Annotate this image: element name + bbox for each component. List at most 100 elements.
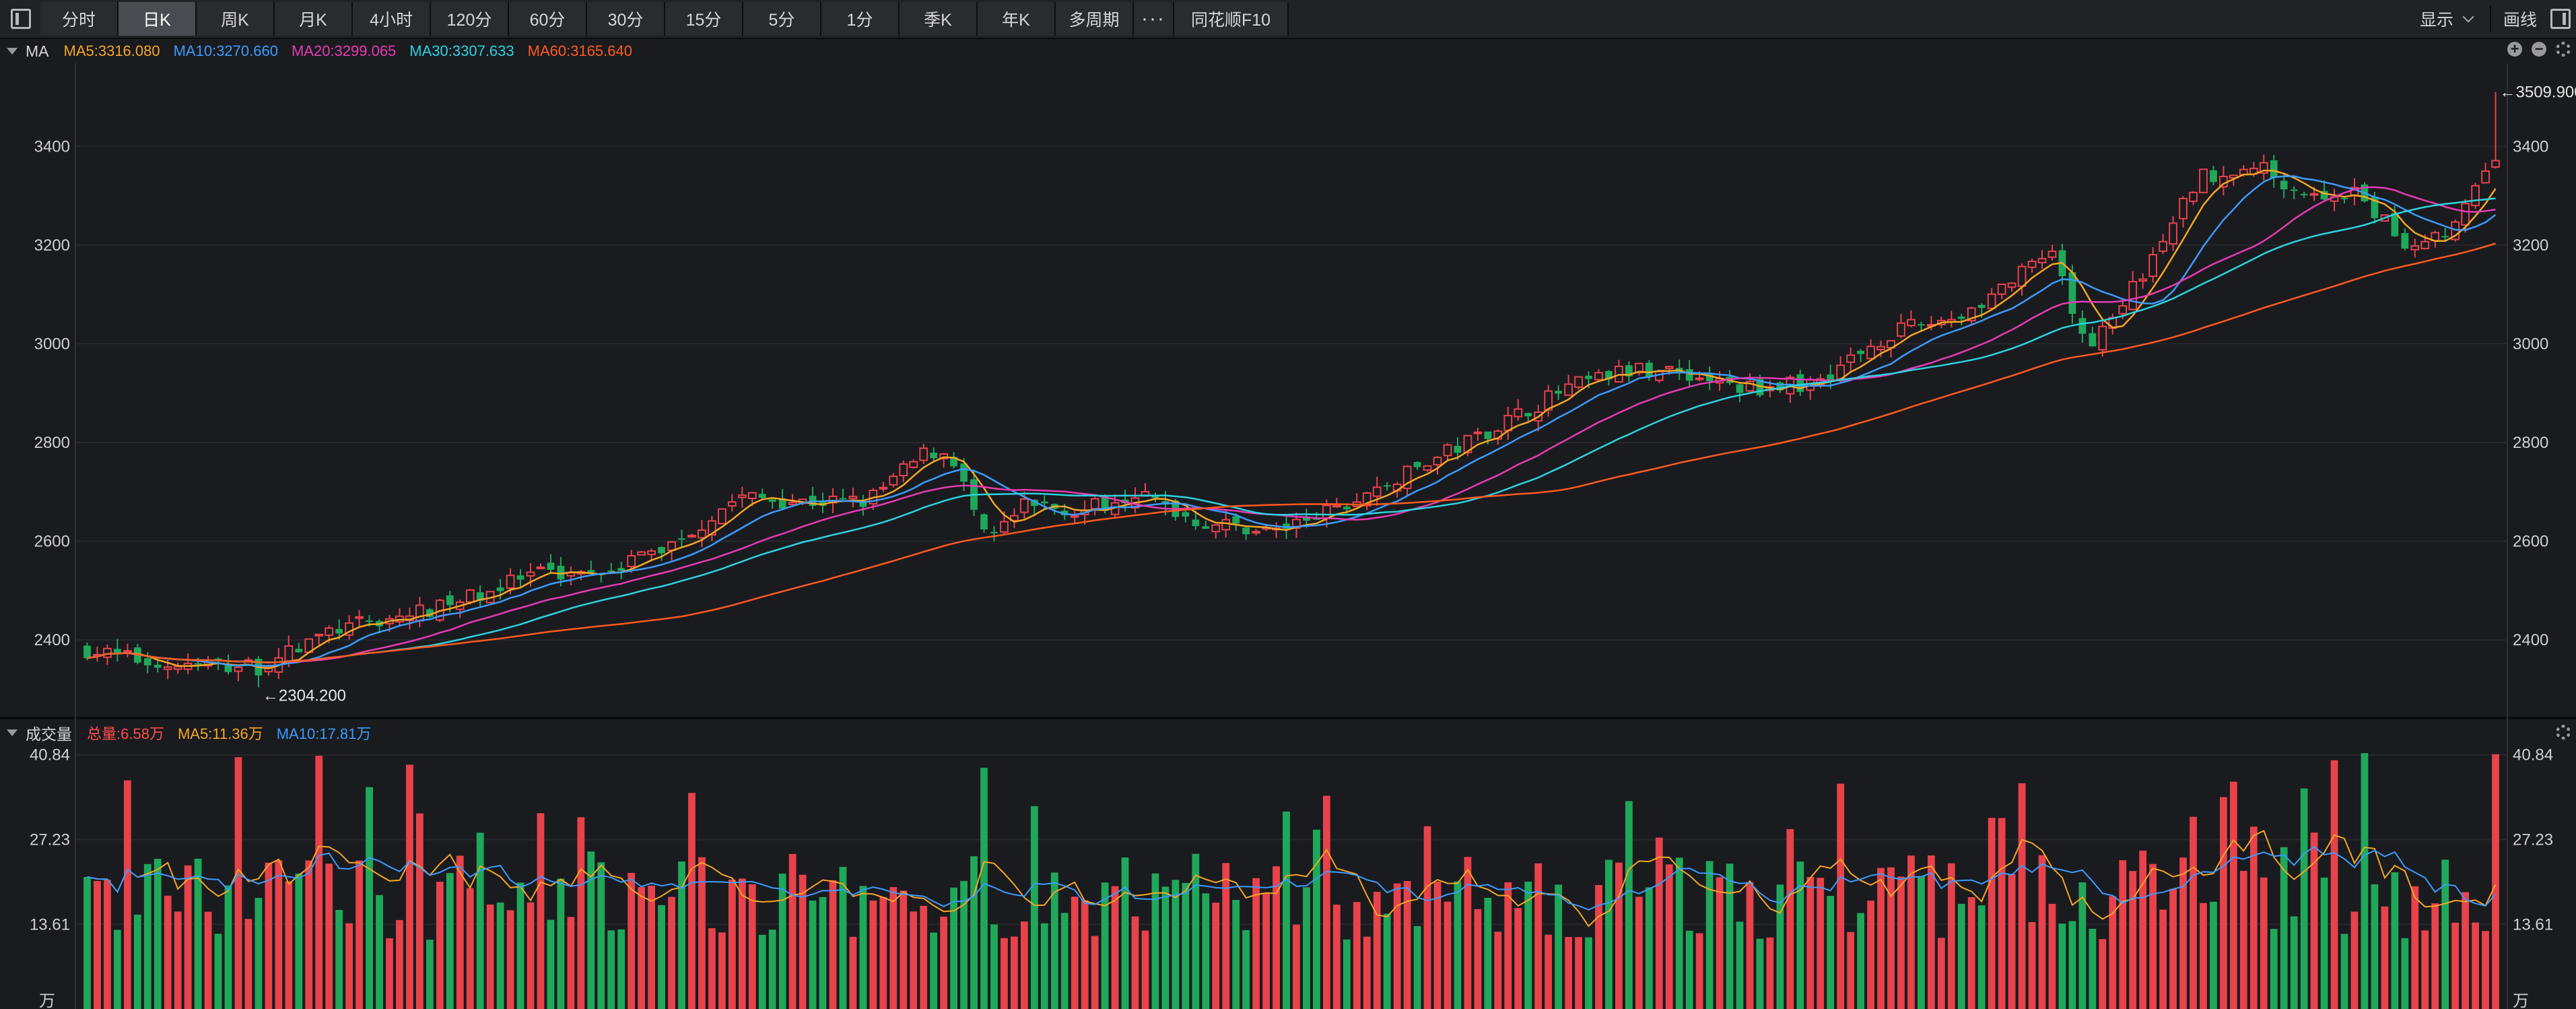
volume-bar-down: [295, 873, 303, 1009]
volume-bar-up: [1423, 826, 1431, 1009]
volume-bar-up: [466, 888, 474, 1009]
candle-body-down: [295, 649, 303, 653]
candle-body-up: [274, 657, 283, 673]
tab-9[interactable]: 5分: [743, 2, 821, 36]
candle-body-up: [173, 665, 182, 670]
tab-14[interactable]: ···: [1134, 2, 1174, 36]
tab-3[interactable]: 月K: [275, 2, 353, 36]
candle-body-up: [717, 508, 726, 525]
price-tick-label-left: 3000: [34, 335, 70, 353]
volume-bar-down: [2361, 753, 2369, 1009]
sidebar-toggle-icon[interactable]: [11, 9, 31, 29]
volume-bar-down: [496, 902, 504, 1009]
volume-bar-down: [607, 930, 615, 1009]
candle-body-up: [163, 666, 172, 670]
volume-bar-up: [1595, 884, 1602, 1009]
price-indicator-label[interactable]: MA: [26, 42, 49, 61]
candle-body-down: [2089, 333, 2097, 347]
volume-bar-down: [1283, 811, 1290, 1009]
candle-body-down: [2300, 193, 2308, 195]
period-tabs: 分时 日K 周K 月K 4小时 120分 60分 30分 15分 5分 1分 季K 年K 多周期 ··· 同花…: [40, 0, 1289, 38]
volume-bar-down: [2441, 859, 2449, 1009]
zoom-in-icon[interactable]: +: [2507, 42, 2522, 57]
candle-body-up: [2330, 196, 2339, 202]
volume-bar-down: [1202, 893, 1210, 1009]
candle-body-up: [345, 622, 354, 636]
volume-bar-down: [2078, 882, 2087, 1009]
volume-bar-down: [2401, 938, 2409, 1009]
tab-7[interactable]: 30分: [587, 2, 665, 36]
collapse-triangle-icon[interactable]: [7, 729, 18, 736]
volume-bar-up: [415, 813, 423, 1009]
candle-body-down: [678, 538, 685, 540]
volume-bar-up: [2411, 886, 2419, 1009]
chevron-down-icon: [2462, 11, 2474, 23]
candle-body-down: [658, 547, 665, 554]
volume-bar-up: [2200, 903, 2207, 1009]
tab-12[interactable]: 年K: [978, 2, 1056, 36]
tab-15[interactable]: 同花顺F10: [1174, 2, 1289, 36]
volume-indicator-label[interactable]: 成交量: [26, 721, 72, 744]
candle-body-down: [1685, 369, 1693, 381]
volume-bar-down: [758, 934, 766, 1009]
candle-body-up: [415, 604, 424, 622]
candle-body-down: [1918, 324, 1925, 326]
candle-body-down: [950, 457, 958, 467]
tab-6[interactable]: 60分: [509, 2, 587, 36]
candle-body-up: [828, 495, 838, 504]
settings-gear-icon[interactable]: [2556, 725, 2571, 740]
high-marker-label: ←3509.900: [2500, 84, 2576, 102]
candle-body-down: [1957, 317, 1965, 319]
volume-bar-up: [1222, 863, 1230, 1009]
candle-body-down: [809, 496, 817, 507]
volume-bar-down: [113, 930, 121, 1009]
display-button[interactable]: 显示: [2420, 7, 2480, 31]
tab-13[interactable]: 多周期: [1056, 2, 1134, 36]
volume-bar-down: [1705, 861, 1714, 1009]
volume-legend-item: MA5:11.36万: [177, 725, 263, 742]
candle-body-up: [2108, 317, 2117, 329]
candle-body-up: [526, 571, 535, 577]
volume-bar-down: [930, 932, 938, 1009]
volume-bar-up: [275, 860, 283, 1009]
volume-bar-up: [648, 885, 656, 1009]
settings-gear-icon[interactable]: [2556, 42, 2571, 57]
candle-body-down: [1555, 391, 1563, 394]
volume-bar-up: [1001, 938, 1008, 1009]
candle-body-up: [1846, 354, 1856, 363]
price-tick-label-right: 3400: [2513, 137, 2548, 156]
volume-bar-up: [2048, 903, 2056, 1009]
candle-body-down: [516, 575, 524, 580]
tab-11[interactable]: 季K: [900, 2, 978, 36]
panel-toggle-icon[interactable]: [2550, 9, 2571, 29]
candle-body-up: [455, 601, 465, 610]
volume-bar-up: [2129, 871, 2137, 1009]
tab-2[interactable]: 周K: [197, 2, 275, 36]
volume-bar-down: [1121, 857, 1129, 1009]
candle-body-up: [2431, 232, 2440, 242]
tab-5[interactable]: 120分: [431, 2, 509, 36]
candle-body-up: [2199, 168, 2208, 193]
tab-1[interactable]: 日K: [118, 2, 197, 36]
candle-body-up: [183, 662, 193, 670]
zoom-out-icon[interactable]: −: [2532, 42, 2546, 57]
candle-body-up: [123, 650, 132, 653]
candle-body-up: [1211, 524, 1221, 533]
volume-bar-up: [1575, 937, 1582, 1009]
draw-line-button[interactable]: 画线: [2503, 7, 2537, 31]
candle-body-up: [1322, 504, 1331, 519]
volume-bar-up: [285, 881, 293, 1009]
volume-bar-up: [2421, 930, 2429, 1009]
candle-body-down: [1202, 526, 1210, 529]
candle-body-down: [335, 628, 343, 634]
candle-body-up: [2410, 245, 2420, 251]
volume-bar-up: [527, 902, 535, 1009]
candle-body-up: [1715, 378, 1724, 384]
candle-body-up: [1897, 322, 1905, 337]
collapse-triangle-icon[interactable]: [7, 48, 18, 55]
tab-10[interactable]: 1分: [821, 2, 900, 36]
tab-8[interactable]: 15分: [665, 2, 743, 36]
tab-4[interactable]: 4小时: [353, 2, 431, 36]
tab-0[interactable]: 分时: [40, 2, 118, 36]
candle-body-up: [2047, 251, 2057, 258]
